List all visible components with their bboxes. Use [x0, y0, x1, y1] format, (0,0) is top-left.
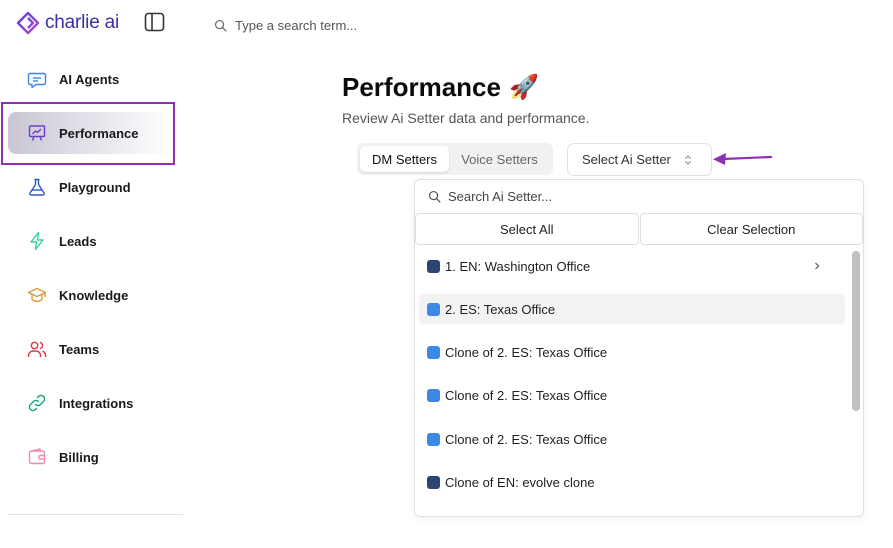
sidebar-item-leads[interactable]: Leads	[8, 220, 173, 262]
setter-list: 1. EN: Washington Office 2. ES: Texas Of…	[415, 245, 847, 516]
sidebar-item-knowledge[interactable]: Knowledge	[8, 274, 173, 316]
charlie-logo-icon	[16, 11, 40, 35]
sidebar-item-teams[interactable]: Teams	[8, 328, 173, 370]
dropdown-search[interactable]	[415, 180, 863, 213]
flask-icon	[26, 176, 48, 198]
setter-label: Clone of 2. ES: Texas Office	[445, 387, 608, 403]
users-icon	[26, 338, 48, 360]
chevron-right-icon	[815, 262, 820, 270]
search-icon	[428, 190, 441, 203]
sidebar-item-performance[interactable]: Performance	[8, 112, 173, 154]
sidebar-item-ai-agents[interactable]: AI Agents	[8, 58, 173, 100]
sidebar-item-label: Performance	[59, 125, 139, 141]
sidebar-item-label: Teams	[59, 341, 100, 357]
list-item[interactable]: Clone of 2. ES: Texas Office	[419, 337, 845, 367]
list-item[interactable]: 2. ES: Texas Office	[419, 294, 845, 324]
sidebar-item-label: AI Agents	[59, 71, 120, 87]
select-ai-setter-button[interactable]: Select Ai Setter	[567, 143, 712, 176]
wallet-icon	[26, 446, 48, 468]
logo[interactable]: charlie ai	[16, 9, 119, 37]
chat-icon	[26, 68, 48, 90]
dropdown-actions: Select All Clear Selection	[415, 213, 863, 245]
search-icon	[214, 19, 227, 31]
ai-setter-dropdown: Select All Clear Selection 1. EN: Washin…	[414, 179, 864, 517]
presentation-chart-icon	[26, 122, 48, 144]
search-input[interactable]	[235, 17, 495, 33]
scrollbar-thumb[interactable]	[852, 251, 860, 411]
link-icon	[26, 392, 48, 414]
sidebar-item-label: Integrations	[59, 395, 134, 411]
logo-text: charlie ai	[45, 12, 120, 33]
graduation-cap-icon	[26, 284, 48, 306]
clear-selection-button[interactable]: Clear Selection	[639, 213, 863, 245]
list-item[interactable]: Clone of 2. ES: Texas Office	[419, 424, 845, 454]
sidebar-item-label: Knowledge	[59, 287, 129, 303]
setter-label: 2. ES: Texas Office	[445, 301, 556, 317]
list-item[interactable]: Clone of EN: evolve clone	[419, 467, 845, 497]
setter-color-swatch	[427, 259, 440, 273]
setter-label: Clone of EN: evolve clone	[445, 474, 595, 490]
sidebar: charlie ai AI Agents Performance Playgro…	[0, 0, 190, 548]
dropdown-scrollbar[interactable]	[851, 249, 861, 513]
setter-color-swatch	[427, 475, 440, 489]
rocket-icon: 🚀	[508, 74, 539, 101]
setter-color-swatch	[427, 388, 440, 402]
global-search[interactable]	[214, 14, 514, 36]
chevron-up-down-icon	[685, 155, 691, 165]
setter-color-swatch	[427, 432, 440, 446]
sidebar-item-playground[interactable]: Playground	[8, 166, 173, 208]
lightning-icon	[26, 230, 48, 252]
list-item[interactable]: Clone of 2. ES: Texas Office	[419, 380, 845, 410]
setter-color-swatch	[427, 345, 440, 359]
tab-dm-setters[interactable]: DM Setters	[360, 146, 449, 172]
setter-label: Clone of 2. ES: Texas Office	[445, 344, 608, 360]
page-title-text: Performance	[342, 72, 501, 102]
page-title: Performance 🚀	[342, 72, 539, 103]
sidebar-toggle-icon[interactable]	[144, 12, 165, 32]
setter-type-tabs: DM Setters Voice Setters	[357, 143, 553, 175]
list-item[interactable]: 1. EN: Washington Office	[419, 251, 845, 281]
sidebar-item-label: Playground	[59, 179, 131, 195]
annotation-arrow-icon	[713, 153, 773, 165]
sidebar-item-billing[interactable]: Billing	[8, 436, 173, 478]
setter-color-swatch	[427, 302, 440, 316]
setter-label: Clone of 2. ES: Texas Office	[445, 431, 608, 447]
sidebar-item-label: Leads	[59, 233, 97, 249]
setter-label: 1. EN: Washington Office	[445, 258, 591, 274]
page-subtitle: Review Ai Setter data and performance.	[342, 110, 590, 126]
select-ai-setter-label: Select Ai Setter	[582, 152, 671, 167]
select-all-button[interactable]: Select All	[415, 213, 639, 245]
tab-voice-setters[interactable]: Voice Setters	[449, 146, 550, 172]
sidebar-item-integrations[interactable]: Integrations	[8, 382, 173, 424]
app: charlie ai AI Agents Performance Playgro…	[0, 0, 893, 548]
dropdown-search-input[interactable]	[448, 189, 828, 204]
sidebar-item-label: Billing	[59, 449, 99, 465]
sidebar-divider	[8, 514, 183, 515]
